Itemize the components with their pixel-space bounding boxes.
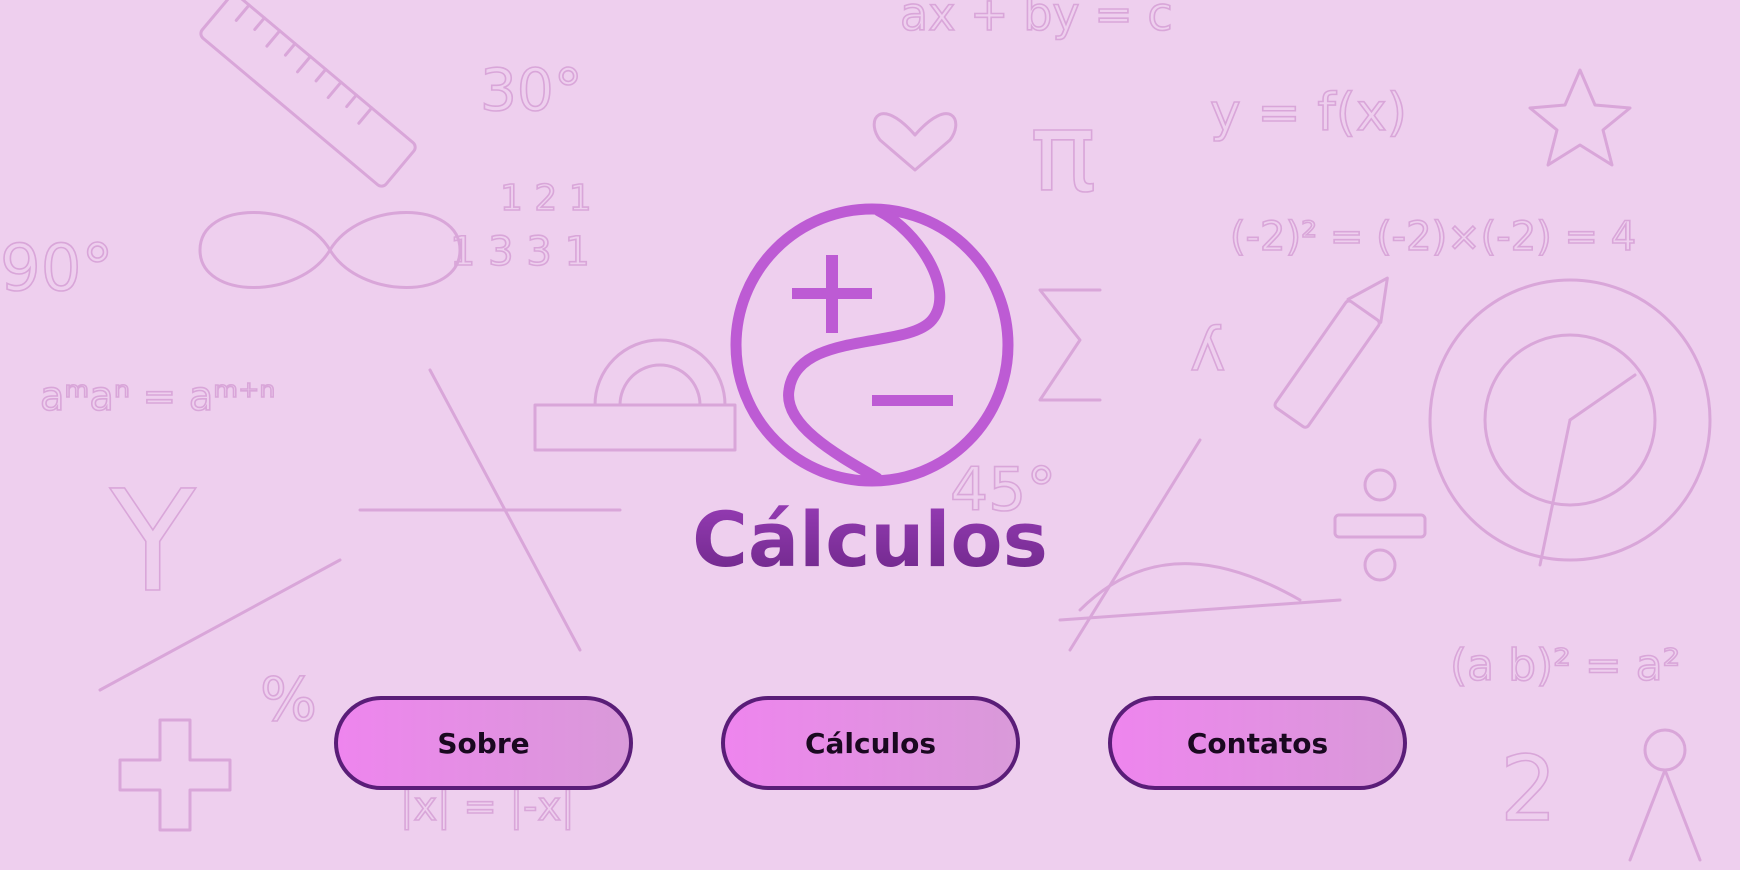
star-doodle (1528, 68, 1632, 167)
doodle-formula: ʎ (1190, 315, 1226, 385)
doodle-formula: 30° (480, 56, 583, 124)
doodle-formula: 1 2 1 (500, 178, 592, 219)
protractor-doodle (533, 338, 737, 452)
doodle-formula: (a b)² = a² (1450, 640, 1680, 691)
calculos-button[interactable]: Cálculos (721, 696, 1020, 790)
sobre-button[interactable]: Sobre (334, 696, 633, 790)
doodle-formula: 90° (0, 232, 113, 306)
doodle-formula: π (1030, 88, 1096, 216)
main-navigation: Sobre Cálculos Contatos (0, 696, 1740, 794)
contatos-button[interactable]: Contatos (1108, 696, 1407, 790)
doodle-formula: aᵐaⁿ = aᵐ⁺ⁿ (40, 374, 275, 420)
page-title: Cálculos (0, 490, 1740, 590)
sigma-doodle (1038, 288, 1102, 402)
plus-minus-circle-icon (730, 203, 1014, 487)
infinity-doodle (198, 211, 462, 289)
doodle-formula: (-2)² = (-2)×(-2) = 4 (1230, 214, 1636, 260)
pencil-doodle (1273, 276, 1389, 429)
doodle-formula: y = f(x) (1210, 83, 1407, 143)
heart-doodle (872, 112, 958, 172)
ruler-doodle (199, 0, 417, 188)
doodle-formula: ax + by = c (900, 0, 1173, 41)
doodle-formula: 1 3 3 1 (450, 229, 590, 275)
